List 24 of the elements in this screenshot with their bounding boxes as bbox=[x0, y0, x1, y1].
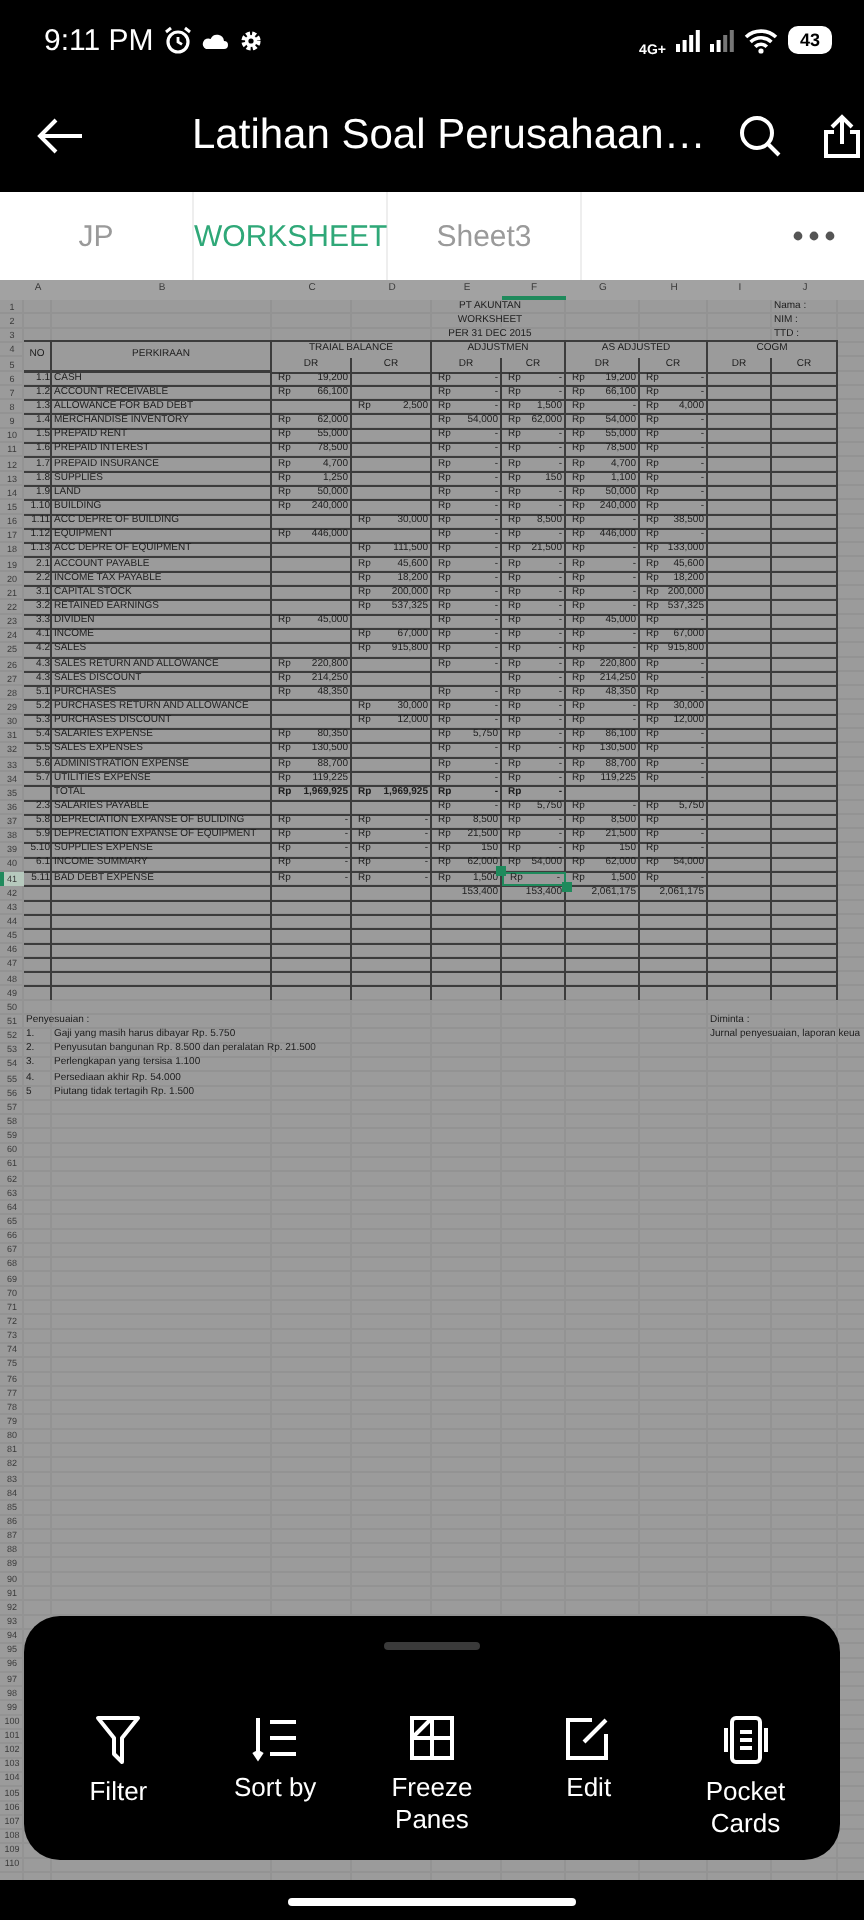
cloud-icon bbox=[201, 31, 228, 49]
action-button[interactable]: Edit bbox=[522, 1714, 655, 1840]
pencil-square-icon bbox=[564, 1714, 613, 1762]
signal-icon bbox=[675, 29, 700, 51]
selection-handle[interactable] bbox=[562, 881, 572, 892]
selection-handle[interactable] bbox=[496, 865, 506, 876]
gear-icon bbox=[237, 27, 264, 53]
battery-level: 43 bbox=[787, 26, 832, 54]
sort-icon bbox=[251, 1714, 300, 1762]
wifi-icon bbox=[743, 27, 778, 53]
grid-icon bbox=[407, 1714, 456, 1762]
action-button[interactable]: Pocket Cards bbox=[679, 1714, 812, 1840]
clock-time: 9:11 PM bbox=[44, 23, 154, 57]
action-button[interactable]: Filter bbox=[52, 1714, 185, 1840]
more-icon bbox=[792, 230, 836, 242]
action-button[interactable]: Freeze Panes bbox=[365, 1714, 498, 1840]
cards-icon bbox=[719, 1714, 772, 1766]
filter-icon bbox=[94, 1714, 143, 1766]
alarm-clock-icon bbox=[163, 26, 192, 54]
action-button[interactable]: Sort by bbox=[209, 1714, 342, 1840]
document-title: Latihan Soal Perusahaan… bbox=[190, 112, 706, 160]
sheet-tab[interactable]: WORKSHEET bbox=[194, 192, 388, 280]
drag-handle[interactable] bbox=[384, 1642, 480, 1650]
signal-icon bbox=[709, 29, 734, 51]
